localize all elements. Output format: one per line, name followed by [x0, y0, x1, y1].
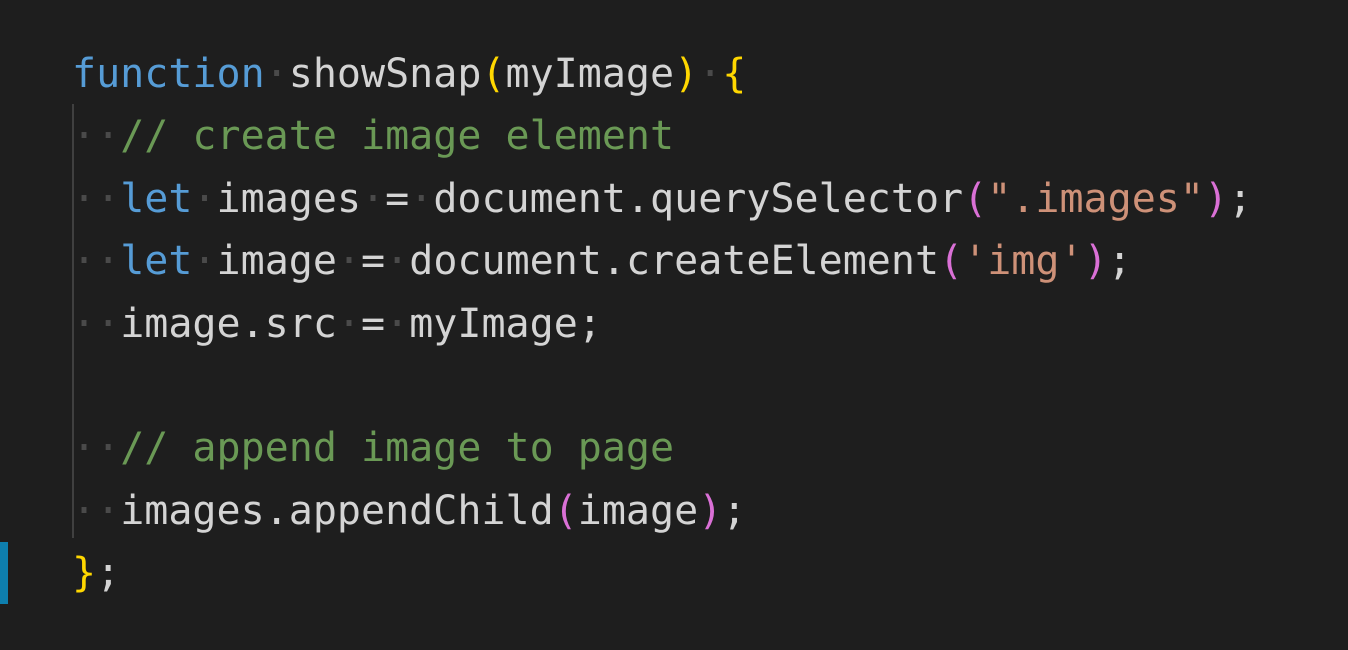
whitespace-marker: ·	[385, 238, 410, 285]
method-call: images.appendChild	[120, 487, 554, 534]
property-expression: image.src	[120, 300, 337, 347]
whitespace-marker: ·	[361, 175, 386, 222]
string-literal: 'img'	[963, 238, 1084, 285]
whitespace-marker: ·	[72, 238, 97, 285]
method-call: document.querySelector	[433, 175, 964, 222]
whitespace-marker: ·	[96, 113, 121, 160]
keyword-let: let	[120, 238, 193, 285]
call-argument: image	[577, 487, 699, 534]
code-line-1[interactable]: function·showSnap(myImage)·{	[72, 43, 1252, 105]
function-name: showSnap	[288, 51, 482, 97]
whitespace-marker: ·	[72, 425, 97, 472]
whitespace-marker: ·	[192, 175, 217, 222]
brace-open: {	[722, 51, 747, 97]
whitespace-marker: ·	[264, 51, 289, 97]
assign-operator: =	[361, 238, 386, 285]
paren-close: )	[698, 487, 723, 534]
paren-open: (	[481, 51, 506, 97]
whitespace-marker: ·	[96, 300, 121, 347]
variable-name: images	[216, 175, 362, 222]
whitespace-marker: ·	[385, 300, 410, 347]
whitespace-marker: ·	[72, 300, 97, 347]
comment: // create image element	[120, 113, 675, 160]
whitespace-marker: ·	[409, 175, 434, 222]
function-param: myImage	[505, 51, 675, 97]
assign-operator: =	[385, 175, 410, 222]
whitespace-marker: ·	[72, 487, 97, 534]
variable-name: image	[216, 238, 337, 285]
code-line-8[interactable]: ··images.appendChild(image);	[72, 480, 1252, 542]
whitespace-marker: ·	[72, 113, 97, 160]
comment: // append image to page	[120, 425, 675, 472]
string-literal: ".images"	[987, 175, 1204, 222]
keyword-let: let	[120, 175, 193, 222]
code-line-9[interactable]: };	[72, 542, 1252, 604]
paren-open: (	[963, 175, 988, 222]
code-line-5[interactable]: ··image.src·=·myImage;	[72, 293, 1252, 355]
method-call: document.createElement	[409, 238, 940, 285]
whitespace-marker: ·	[336, 238, 362, 285]
semicolon: ;	[1107, 238, 1132, 285]
brace-close: }	[72, 550, 97, 597]
paren-close: )	[1083, 238, 1108, 285]
whitespace-marker: ·	[336, 300, 362, 347]
whitespace-marker: ·	[96, 238, 121, 285]
semicolon: ;	[722, 487, 747, 534]
assigned-value: myImage;	[409, 300, 602, 347]
current-line-marker	[0, 542, 8, 604]
code-line-7[interactable]: ··// append image to page	[72, 417, 1252, 479]
code-line-3[interactable]: ··let·images·=·document.querySelector(".…	[72, 168, 1252, 230]
keyword-function: function	[72, 51, 265, 97]
semicolon: ;	[1228, 175, 1253, 222]
whitespace-marker: ·	[72, 175, 97, 222]
code-line-2[interactable]: ··// create image element	[72, 105, 1252, 167]
assign-operator: =	[361, 300, 386, 347]
code-block[interactable]: function·showSnap(myImage)·{··// create …	[72, 43, 1252, 605]
whitespace-marker: ·	[698, 51, 723, 97]
paren-open: (	[553, 487, 578, 534]
paren-close: )	[1203, 175, 1229, 222]
whitespace-marker: ·	[96, 487, 121, 534]
whitespace-marker: ·	[192, 238, 217, 285]
code-line-4[interactable]: ··let·image·=·document.createElement('im…	[72, 230, 1252, 292]
semicolon: ;	[96, 550, 121, 597]
paren-open: (	[939, 238, 964, 285]
whitespace-marker: ·	[96, 425, 121, 472]
whitespace-marker: ·	[96, 175, 121, 222]
code-editor[interactable]: function·showSnap(myImage)·{··// create …	[0, 0, 1348, 650]
paren-close: )	[674, 51, 699, 97]
code-line-6[interactable]	[72, 355, 1252, 417]
